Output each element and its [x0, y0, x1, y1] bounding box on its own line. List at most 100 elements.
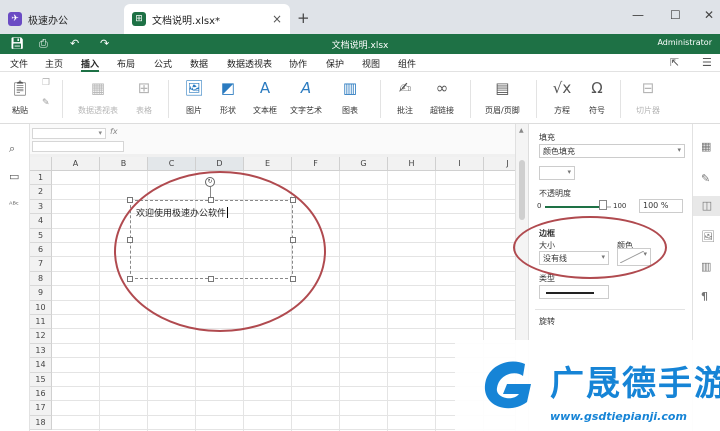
name-box[interactable]: ▾	[32, 128, 106, 139]
comment-button[interactable]: ✍ 批注	[395, 78, 415, 116]
pivot-table-button[interactable]: ▦ 数据透视表	[78, 78, 118, 116]
fill-type-select[interactable]: 颜色填充 ▾	[539, 144, 685, 158]
symbol-button[interactable]: Ω 符号	[587, 78, 607, 116]
clipboard-icon: 📋︎	[10, 79, 30, 97]
row-header[interactable]: 14	[30, 358, 52, 373]
paragraph-settings-icon[interactable]: ✎	[701, 172, 710, 185]
close-tab-icon[interactable]: ×	[272, 12, 282, 26]
minimize-button[interactable]: —	[632, 8, 644, 22]
column-header[interactable]: E	[244, 157, 292, 171]
chevron-down-icon: ▾	[98, 129, 102, 137]
column-header[interactable]: I	[436, 157, 484, 171]
column-header[interactable]: D	[196, 157, 244, 171]
function-icon[interactable]: fx	[110, 127, 118, 136]
row-header[interactable]: 8	[30, 271, 52, 287]
row-header[interactable]: 4	[30, 214, 52, 229]
column-header[interactable]: F	[292, 157, 340, 171]
menu-view[interactable]: 视图	[362, 57, 380, 70]
image-settings-icon[interactable]: 🖼︎	[701, 230, 715, 243]
paste-button[interactable]: 📋︎ 粘贴	[10, 78, 30, 116]
opacity-slider-knob[interactable]	[599, 200, 607, 210]
opacity-input[interactable]: 100 %	[639, 199, 683, 213]
table-settings-icon[interactable]: ▦	[701, 140, 711, 153]
format-painter-icon[interactable]: ✎	[42, 98, 50, 108]
search-icon[interactable]: ⌕	[9, 142, 15, 156]
chart-settings-icon[interactable]: ▥	[701, 260, 711, 273]
line-type-select[interactable]	[539, 285, 609, 299]
row-header[interactable]: 10	[30, 300, 52, 315]
header-footer-button[interactable]: ▤ 页眉/页脚	[485, 78, 520, 116]
row-header[interactable]: 16	[30, 387, 52, 402]
chart-button[interactable]: ▥ 图表	[340, 78, 360, 116]
select-all-corner[interactable]	[30, 157, 52, 171]
hamburger-menu-icon[interactable]: ☰	[702, 56, 712, 69]
text-art-button[interactable]: A 文字艺术	[290, 78, 322, 116]
hyperlink-button[interactable]: ∞ 超链接	[430, 78, 454, 116]
column-header[interactable]: J	[484, 157, 515, 171]
menu-components[interactable]: 组件	[398, 57, 416, 70]
slicer-button[interactable]: ⊟ 切片器	[636, 78, 660, 116]
column-header[interactable]: C	[148, 157, 196, 171]
row-header[interactable]: 3	[30, 199, 52, 215]
column-header[interactable]: A	[52, 157, 100, 171]
row-header[interactable]: 6	[30, 243, 52, 258]
close-window-button[interactable]: ✕	[704, 8, 714, 22]
opacity-slider-track[interactable]	[545, 206, 603, 208]
picture-button[interactable]: 🖼︎ 图片	[184, 78, 204, 116]
text-art-icon: A	[300, 79, 312, 97]
row-header[interactable]: 18	[30, 415, 52, 431]
textbox-button[interactable]: A 文本框	[253, 78, 277, 116]
fill-color-picker[interactable]: ▾	[539, 166, 575, 180]
pilcrow-icon[interactable]: ¶	[701, 290, 708, 303]
menu-data[interactable]: 数据	[190, 57, 208, 70]
comment-icon: ✍	[398, 79, 412, 97]
row-header[interactable]: 9	[30, 286, 52, 301]
left-sidebar: ⌕ ▭ ᴬᴮᶜ	[0, 124, 30, 431]
formula-input[interactable]	[32, 141, 124, 152]
menu-bar: 文件 主页 插入 布局 公式 数据 数据透视表 协作 保护 视图 组件 ⇱ ☰	[0, 54, 720, 72]
comment-panel-icon[interactable]: ▭	[9, 170, 19, 183]
hyperlink-label: 超链接	[430, 106, 454, 115]
menu-insert[interactable]: 插入	[81, 57, 99, 70]
menu-pivot-table[interactable]: 数据透视表	[227, 57, 272, 70]
menu-formula[interactable]: 公式	[154, 57, 172, 70]
row-header[interactable]: 7	[30, 257, 52, 272]
insert-ribbon: 📋︎ 粘贴 ❐ ✎ ▦ 数据透视表 ⊞ 表格 🖼︎ 图片 ◩ 形状 A 文本框 …	[0, 72, 720, 124]
scroll-up-icon[interactable]: ▲	[519, 127, 524, 134]
menu-collaborate[interactable]: 协作	[289, 57, 307, 70]
row-header[interactable]: 1	[30, 171, 52, 186]
row-header[interactable]: 13	[30, 343, 52, 359]
row-header[interactable]: 15	[30, 372, 52, 387]
new-tab-button[interactable]: +	[297, 9, 310, 27]
menu-layout[interactable]: 布局	[117, 57, 135, 70]
document-tab[interactable]: ⊞ 文档说明.xlsx* ×	[124, 4, 290, 34]
copy-icon[interactable]: ❐	[42, 78, 50, 88]
row-header[interactable]: 12	[30, 329, 52, 344]
menu-home[interactable]: 主页	[45, 57, 63, 70]
maximize-button[interactable]: ☐	[670, 8, 681, 22]
opacity-min: 0	[537, 202, 542, 210]
table-button[interactable]: ⊞ 表格	[134, 78, 154, 116]
row-header[interactable]: 17	[30, 401, 52, 416]
column-header[interactable]: G	[340, 157, 388, 171]
column-header[interactable]: H	[388, 157, 436, 171]
opacity-value: 100 %	[643, 201, 669, 210]
opacity-label: 不透明度	[539, 189, 571, 198]
app-tab[interactable]: ✈ 极速办公	[0, 4, 122, 34]
shape-settings-icon[interactable]: ◫	[693, 196, 720, 216]
row-header[interactable]: 2	[30, 185, 52, 200]
ribbon-separator	[470, 80, 471, 118]
shape-label: 形状	[220, 106, 236, 115]
row-header[interactable]: 11	[30, 315, 52, 330]
row-header[interactable]: 5	[30, 228, 52, 243]
equation-button[interactable]: √x 方程	[552, 78, 572, 116]
open-location-icon[interactable]: ⇱	[670, 56, 679, 69]
resize-handle[interactable]	[127, 197, 133, 203]
menu-protect[interactable]: 保护	[326, 57, 344, 70]
grid-column-line	[435, 171, 436, 431]
menu-file[interactable]: 文件	[10, 57, 28, 70]
column-header[interactable]: B	[100, 157, 148, 171]
spellcheck-icon[interactable]: ᴬᴮᶜ	[9, 200, 19, 209]
shape-button[interactable]: ◩ 形状	[218, 78, 238, 116]
scrollbar-thumb[interactable]	[519, 160, 525, 220]
